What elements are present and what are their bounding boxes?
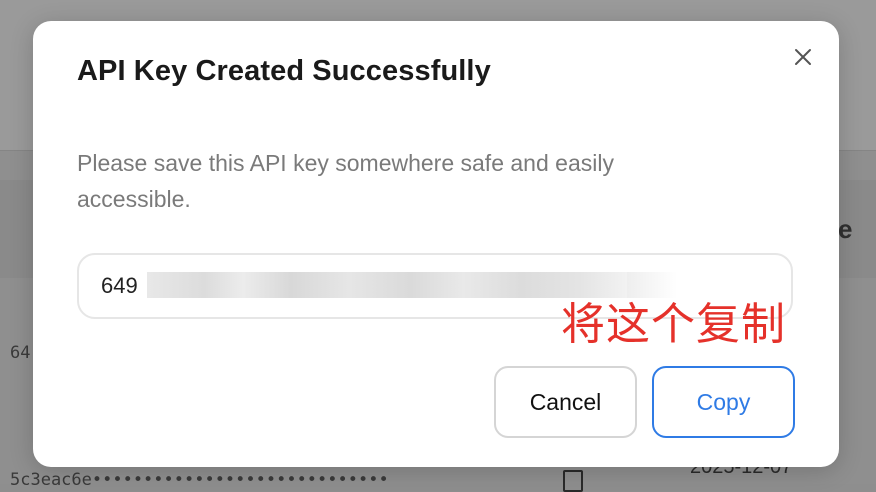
copy-annotation: 将这个复制	[561, 299, 786, 350]
background-row-key: 64	[10, 343, 31, 363]
copy-icon	[563, 470, 583, 492]
dialog-description: Please save this API key somewhere safe …	[77, 150, 614, 212]
copy-button[interactable]: Copy	[652, 366, 795, 438]
api-key-created-dialog: API Key Created Successfully Please save…	[33, 21, 839, 467]
cancel-button[interactable]: Cancel	[494, 366, 637, 438]
background-column-header: e	[838, 214, 853, 244]
dialog-title: API Key Created Successfully	[77, 55, 491, 87]
close-icon	[795, 49, 811, 65]
background-row-key: 5c3eac6e•••••••••••••••••••••••••••••	[10, 470, 389, 490]
close-button[interactable]	[789, 43, 817, 71]
api-key-redaction	[147, 272, 627, 298]
api-key-value: 649	[101, 273, 138, 298]
